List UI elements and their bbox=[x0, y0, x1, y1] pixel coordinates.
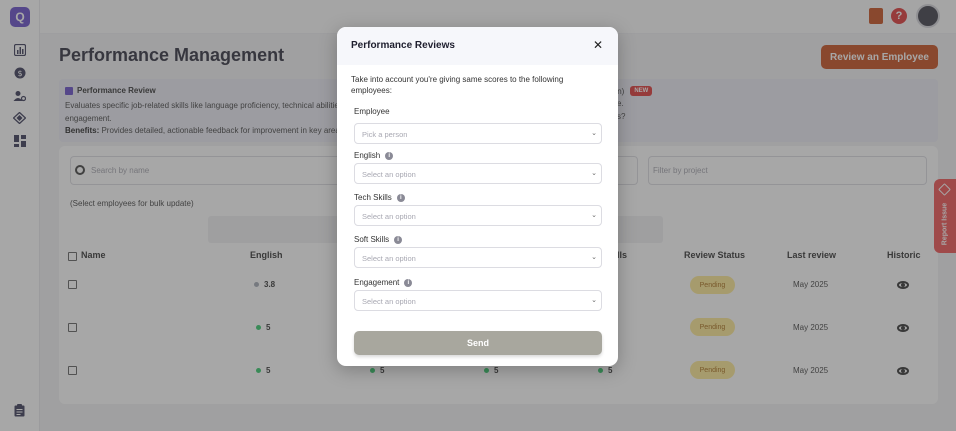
chevron-down-icon: ⌄ bbox=[591, 254, 597, 261]
engagement-select[interactable]: Select an option ⌄ bbox=[354, 290, 602, 311]
chevron-down-icon: ⌄ bbox=[591, 170, 597, 177]
employee-placeholder: Pick a person bbox=[362, 130, 408, 139]
tech-skills-label: Tech Skills i bbox=[354, 193, 405, 202]
soft-skills-select[interactable]: Select an option ⌄ bbox=[354, 247, 602, 268]
chevron-down-icon: ⌄ bbox=[591, 130, 597, 137]
performance-reviews-modal: Performance Reviews ✕ Take into account … bbox=[337, 27, 618, 366]
chevron-down-icon: ⌄ bbox=[591, 212, 597, 219]
soft-skills-placeholder: Select an option bbox=[362, 254, 416, 263]
modal-intro: Take into account you're giving same sco… bbox=[351, 75, 564, 95]
chevron-down-icon: ⌄ bbox=[591, 297, 597, 304]
info-icon[interactable]: i bbox=[394, 235, 403, 244]
engagement-placeholder: Select an option bbox=[362, 297, 416, 306]
english-placeholder: Select an option bbox=[362, 170, 416, 179]
send-button[interactable]: Send bbox=[354, 331, 602, 355]
soft-skills-label-text: Soft Skills bbox=[354, 235, 390, 244]
employee-label: Employee bbox=[354, 107, 390, 116]
modal-header: Performance Reviews ✕ bbox=[337, 27, 618, 65]
employee-label-text: Employee bbox=[354, 107, 390, 116]
engagement-label: Engagement i bbox=[354, 278, 413, 287]
info-icon[interactable]: i bbox=[385, 151, 394, 160]
close-icon[interactable]: ✕ bbox=[592, 39, 604, 51]
english-label: English i bbox=[354, 151, 394, 160]
english-label-text: English bbox=[354, 151, 381, 160]
tech-skills-select[interactable]: Select an option ⌄ bbox=[354, 205, 602, 226]
engagement-label-text: Engagement bbox=[354, 278, 400, 287]
info-icon[interactable]: i bbox=[396, 193, 405, 202]
employee-select[interactable]: Pick a person ⌄ bbox=[354, 123, 602, 144]
tech-skills-placeholder: Select an option bbox=[362, 212, 416, 221]
modal-title: Performance Reviews bbox=[351, 40, 455, 51]
info-icon[interactable]: i bbox=[404, 278, 413, 287]
english-select[interactable]: Select an option ⌄ bbox=[354, 163, 602, 184]
tech-skills-label-text: Tech Skills bbox=[354, 193, 392, 202]
soft-skills-label: Soft Skills i bbox=[354, 235, 403, 244]
